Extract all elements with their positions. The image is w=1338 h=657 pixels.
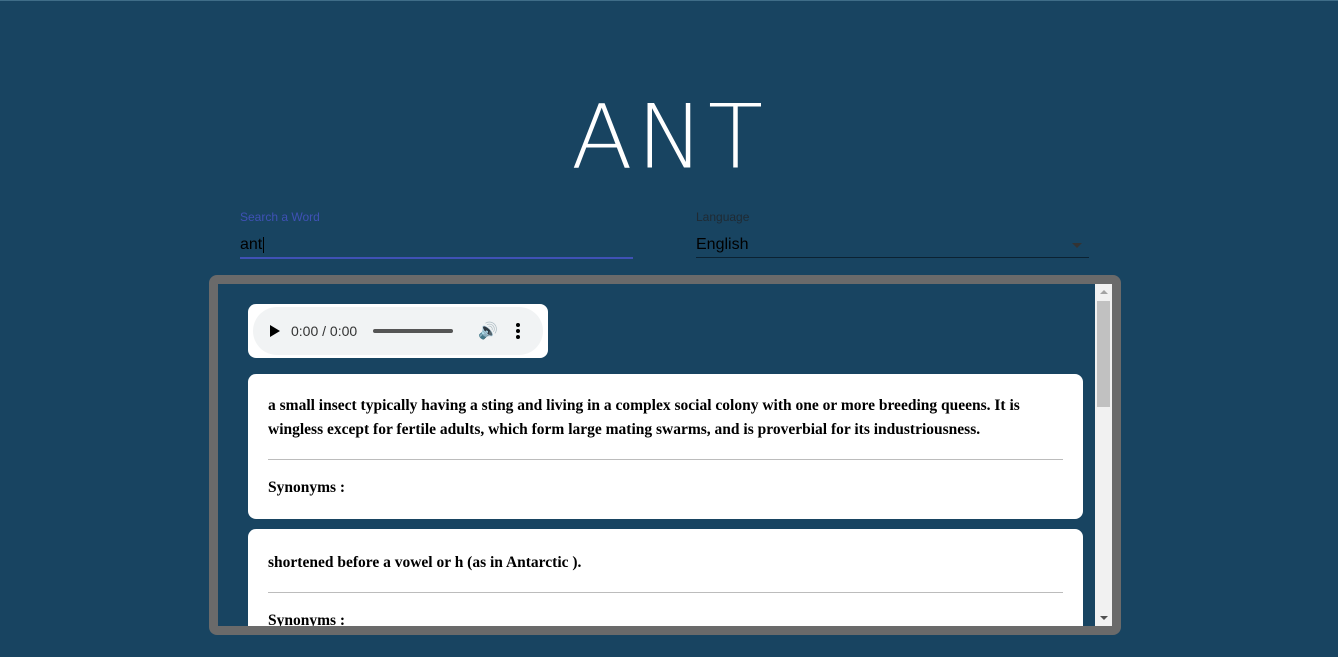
audio-time: 0:00 / 0:00 bbox=[291, 323, 358, 339]
audio-progress-bar[interactable] bbox=[373, 329, 453, 333]
search-input[interactable]: ant bbox=[240, 233, 633, 259]
dropdown-arrow-icon[interactable] bbox=[1072, 242, 1082, 248]
language-field[interactable]: Language English bbox=[696, 210, 1089, 258]
search-field[interactable]: Search a Word ant bbox=[240, 210, 633, 259]
volume-icon[interactable]: 🔊 bbox=[478, 321, 498, 341]
text-cursor bbox=[263, 237, 265, 253]
play-icon[interactable] bbox=[270, 325, 280, 337]
word-title: ANT bbox=[571, 86, 767, 189]
scrollbar-thumb[interactable] bbox=[1097, 301, 1110, 407]
vertical-scrollbar[interactable] bbox=[1095, 284, 1112, 626]
audio-player: 0:00 / 0:00 🔊 bbox=[253, 307, 543, 355]
results-scroll-area[interactable]: 0:00 / 0:00 🔊 a small insect typically h… bbox=[218, 284, 1095, 626]
language-selected-value: English bbox=[696, 236, 749, 253]
definition-text: shortened before a vowel or h (as in Ant… bbox=[268, 554, 582, 571]
scroll-down-arrow-icon[interactable] bbox=[1100, 616, 1108, 620]
language-label: Language bbox=[696, 210, 750, 224]
audio-player-card: 0:00 / 0:00 🔊 bbox=[248, 304, 548, 358]
top-divider bbox=[0, 0, 1338, 1]
definition-card: shortened before a vowel or h (as in Ant… bbox=[248, 529, 1083, 626]
more-options-icon[interactable] bbox=[515, 323, 520, 339]
synonyms-label: Synonyms : bbox=[268, 612, 346, 626]
language-select[interactable]: English bbox=[696, 233, 1089, 258]
search-input-value: ant bbox=[240, 236, 263, 253]
synonyms-label: Synonyms : bbox=[268, 479, 346, 496]
scroll-up-arrow-icon[interactable] bbox=[1100, 290, 1108, 294]
search-label: Search a Word bbox=[240, 210, 320, 224]
definition-text: a small insect typically having a sting … bbox=[268, 397, 1020, 438]
results-panel: 0:00 / 0:00 🔊 a small insect typically h… bbox=[209, 275, 1121, 635]
definition-card: a small insect typically having a sting … bbox=[248, 374, 1083, 519]
